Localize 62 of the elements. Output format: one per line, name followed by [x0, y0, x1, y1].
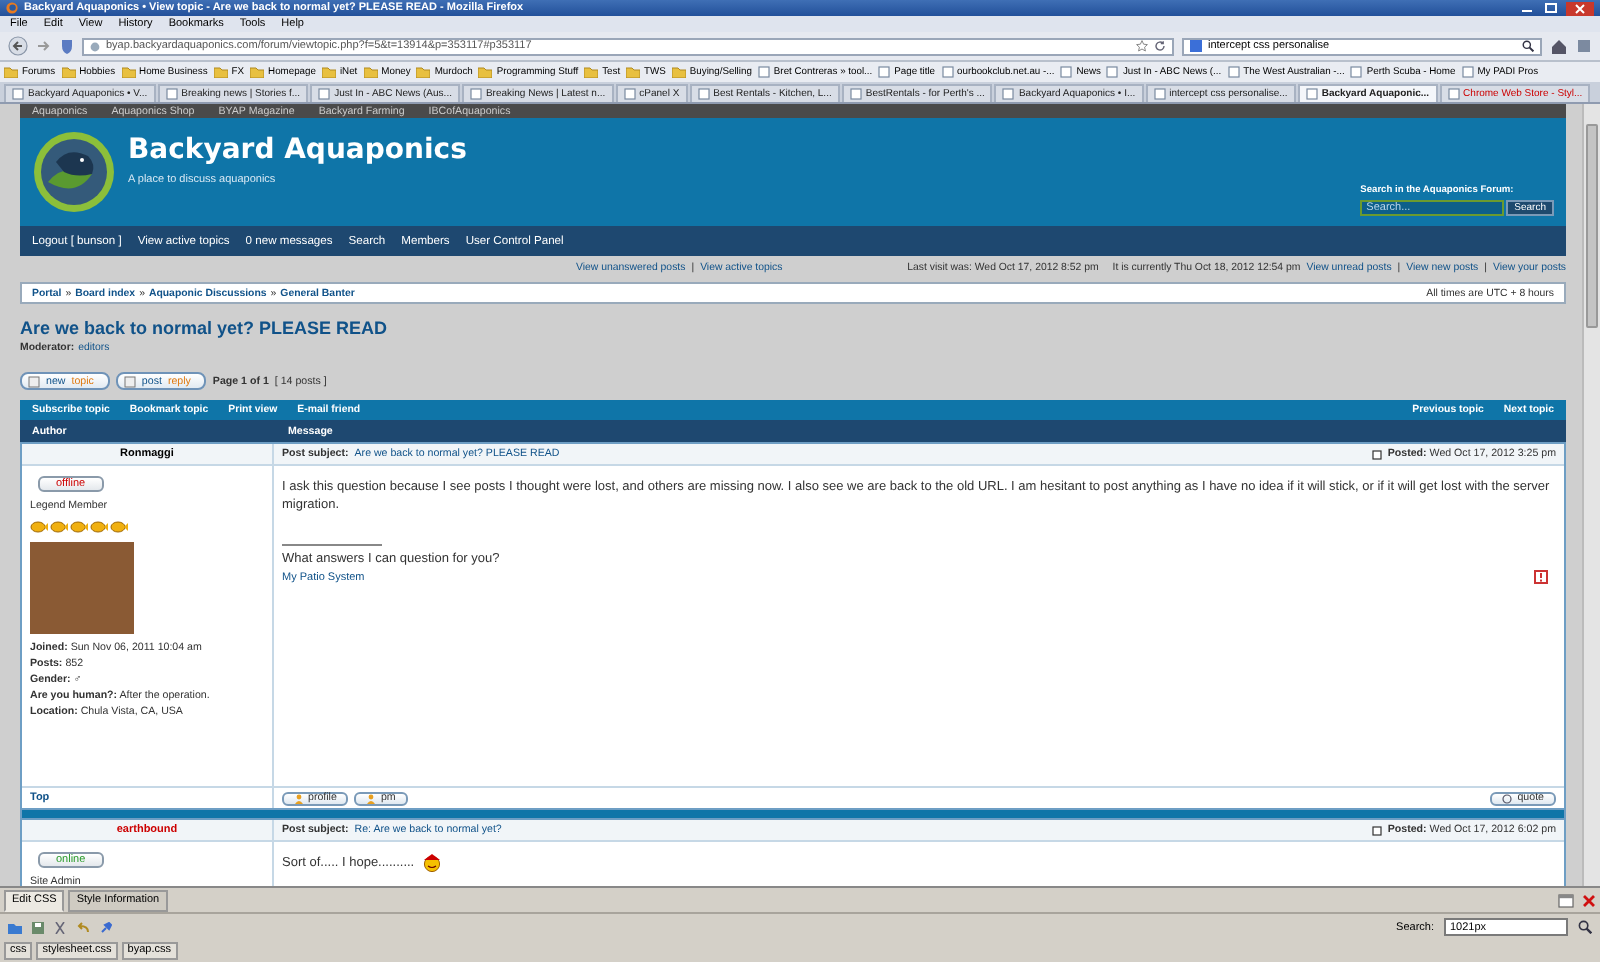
folder-icon[interactable] [8, 921, 22, 933]
quote-icon [1501, 793, 1514, 803]
post-icon [1371, 449, 1382, 459]
scrollbar[interactable] [1582, 104, 1600, 886]
page-icon [12, 88, 24, 100]
bookmark-star-icon[interactable] [1136, 40, 1148, 52]
scissors-icon[interactable] [54, 921, 66, 933]
folder-icon [4, 66, 18, 78]
back-icon[interactable] [8, 36, 28, 56]
folder-icon [626, 66, 641, 78]
page-icon [1002, 88, 1015, 100]
folder-icon [121, 66, 136, 78]
page-icon [1350, 66, 1363, 78]
topic-title: Are we back to normal yet? PLEASE READ [20, 318, 390, 338]
page-icon [941, 66, 954, 78]
page-icon [165, 88, 178, 100]
home-icon[interactable] [1550, 37, 1568, 55]
folder-icon [363, 66, 378, 78]
photo-placeholder [30, 542, 134, 634]
paper-icon [28, 375, 40, 387]
page-icon [878, 66, 891, 78]
page-icon [469, 88, 482, 100]
site-title: Backyard Aquaponics [128, 134, 467, 166]
page-icon [318, 88, 331, 100]
forward-icon[interactable] [36, 38, 52, 54]
page-icon [1106, 66, 1119, 78]
search-icon[interactable] [1522, 40, 1534, 52]
folder-icon [321, 66, 336, 78]
page-icon [1305, 88, 1318, 100]
paper-icon [123, 375, 136, 387]
reload-icon[interactable] [1154, 40, 1166, 52]
maximize-icon[interactable] [1542, 2, 1560, 14]
search-icon[interactable] [1578, 920, 1592, 934]
layout-icon[interactable] [1558, 893, 1578, 907]
folder-icon [584, 66, 599, 78]
shield-icon [60, 38, 74, 54]
folder-icon [416, 66, 431, 78]
person-icon [294, 793, 304, 803]
pin-icon[interactable] [100, 921, 112, 933]
page-icon [1060, 66, 1073, 78]
folder-icon [478, 66, 493, 78]
folder-icon [671, 66, 686, 78]
page-icon [1153, 88, 1166, 100]
person-icon [366, 793, 377, 803]
post-icon [1371, 825, 1382, 835]
search-engine-icon [1190, 40, 1202, 52]
folder-icon [250, 66, 265, 78]
folder-icon [213, 66, 228, 78]
close-icon[interactable] [1566, 1, 1594, 15]
save-icon[interactable] [32, 921, 44, 933]
fish-logo-icon[interactable] [32, 130, 116, 214]
undo-icon[interactable] [76, 921, 90, 933]
report-icon[interactable] [1534, 570, 1548, 584]
close-icon[interactable] [1582, 893, 1596, 907]
firefox-icon [6, 2, 18, 14]
page-icon [849, 88, 862, 100]
page-icon [757, 66, 770, 78]
page-icon [1227, 66, 1240, 78]
page-icon [697, 88, 710, 100]
page-icon [623, 88, 636, 100]
folder-icon [61, 66, 76, 78]
smiley-icon [422, 854, 443, 873]
